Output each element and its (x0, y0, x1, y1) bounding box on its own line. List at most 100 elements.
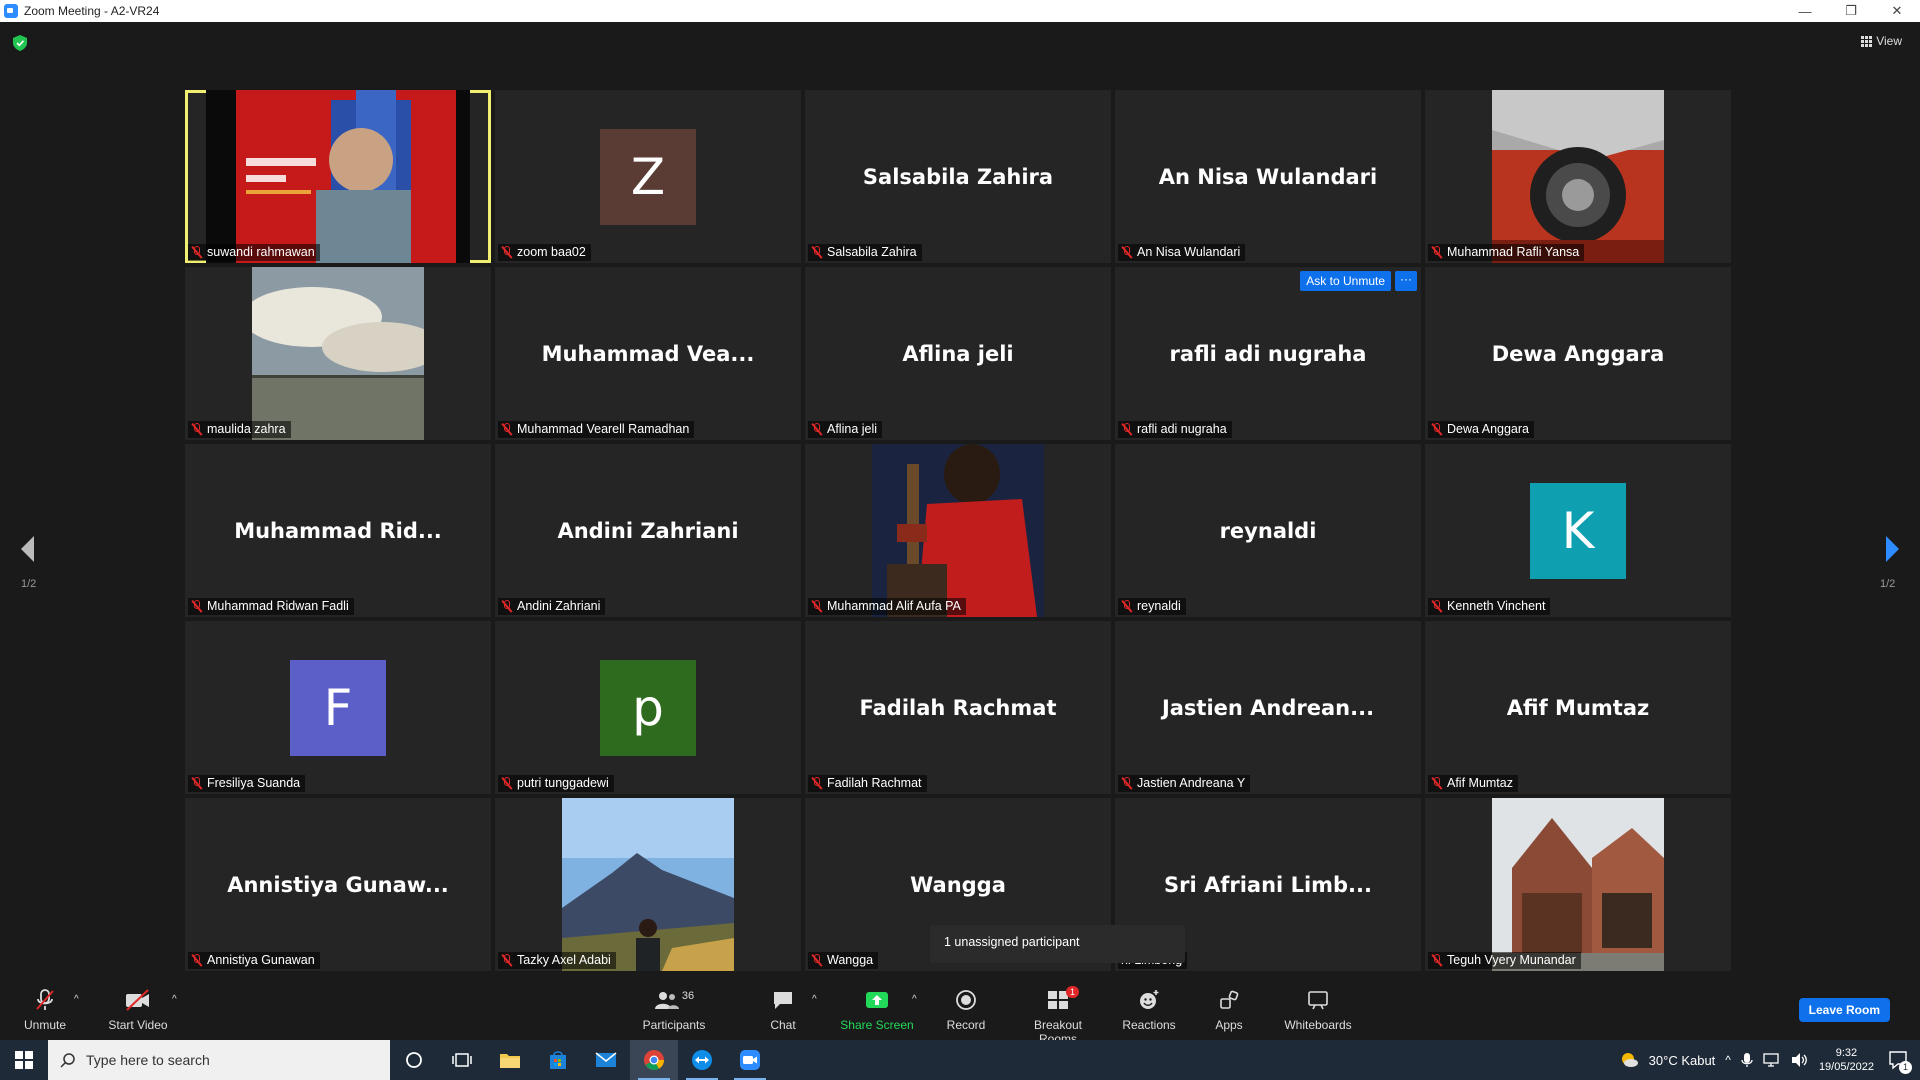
participant-name-tag: Fresiliya Suanda (188, 775, 306, 792)
share-screen-button[interactable]: Share Screen (840, 988, 914, 1032)
store-button[interactable] (534, 1040, 582, 1080)
participant-tile[interactable]: Afif Mumtaz Afif Mumtaz (1425, 621, 1731, 794)
restore-button[interactable]: ❐ (1828, 3, 1874, 19)
participant-name-tag: Aflina jeli (808, 421, 883, 438)
unmute-button[interactable]: Unmute (22, 988, 68, 1032)
search-placeholder: Type here to search (86, 1052, 210, 1068)
participant-tile[interactable]: p putri tunggadewi (495, 621, 801, 794)
mail-button[interactable] (582, 1040, 630, 1080)
share-screen-icon (866, 992, 888, 1008)
network-icon[interactable] (1763, 1053, 1781, 1067)
participant-video (252, 267, 424, 440)
muted-mic-icon (191, 245, 203, 259)
participant-tile[interactable]: Z zoom baa02 (495, 90, 801, 263)
leave-room-button[interactable]: Leave Room (1798, 998, 1890, 1022)
participant-tile[interactable]: Andini Zahriani Andini Zahriani (495, 444, 801, 617)
grid-view-icon (1861, 35, 1873, 47)
apps-button[interactable]: Apps (1214, 988, 1244, 1032)
breakout-rooms-button[interactable]: 1 Breakout Rooms (1014, 986, 1102, 1046)
file-explorer-button[interactable] (486, 1040, 534, 1080)
teamviewer-button[interactable] (678, 1040, 726, 1080)
previous-page-arrow-icon[interactable] (18, 534, 38, 564)
participant-name-tag: Dewa Anggara (1428, 421, 1535, 438)
participant-display-name: Salsabila Zahira (862, 164, 1054, 189)
participant-tile[interactable]: Salsabila Zahira Salsabila Zahira (805, 90, 1111, 263)
reactions-button[interactable]: Reactions (1122, 988, 1176, 1032)
cortana-circle-icon (406, 1052, 422, 1068)
participant-display-name: An Nisa Wulandari (1158, 164, 1378, 189)
participant-avatar: K (1530, 482, 1626, 579)
participant-tile[interactable]: Ask to Unmute ··· rafli adi nugraha rafl… (1115, 267, 1421, 440)
participant-name: zoom baa02 (517, 245, 586, 259)
chat-options-caret[interactable]: ^ (812, 994, 817, 1005)
volume-icon[interactable] (1791, 1052, 1809, 1068)
participant-avatar: F (290, 659, 386, 756)
taskbar-search-box[interactable]: Type here to search (48, 1040, 390, 1080)
participant-tile[interactable]: F Fresiliya Suanda (185, 621, 491, 794)
task-view-button[interactable] (438, 1040, 486, 1080)
start-button[interactable] (0, 1040, 48, 1080)
security-shield-icon[interactable] (13, 35, 27, 51)
participant-name-tag: Muhammad Vearell Ramadhan (498, 421, 695, 438)
participant-tile[interactable]: Muhammad Rid... Muhammad Ridwan Fadli (185, 444, 491, 617)
store-bag-icon (550, 1051, 566, 1069)
muted-mic-icon (1431, 599, 1443, 613)
view-button[interactable]: View (1861, 34, 1902, 48)
muted-mic-icon (501, 245, 513, 259)
participant-name: putri tunggadewi (517, 776, 609, 790)
participants-icon (654, 992, 679, 1009)
weather-text[interactable]: 30°C Kabut (1649, 1053, 1716, 1068)
chat-button[interactable]: Chat (768, 988, 798, 1032)
participant-tile[interactable]: reynaldi reynaldi (1115, 444, 1421, 617)
show-hidden-icons-icon[interactable]: ^ (1725, 1053, 1731, 1067)
chrome-icon (644, 1050, 665, 1070)
zoom-taskbar-button[interactable] (726, 1040, 774, 1080)
participant-tile[interactable]: An Nisa Wulandari An Nisa Wulandari (1115, 90, 1421, 263)
participant-name: Teguh Vyery Munandar (1447, 953, 1576, 967)
share-options-caret[interactable]: ^ (912, 994, 917, 1005)
notification-center-button[interactable]: 1 (1884, 1046, 1912, 1074)
participant-video (562, 798, 734, 971)
breakout-rooms-badge: 1 (1066, 986, 1080, 998)
page-indicator-right: 1/2 (1880, 578, 1896, 590)
participant-tile[interactable]: Annistiya Gunaw... Annistiya Gunawan (185, 798, 491, 971)
muted-mic-icon (1431, 953, 1443, 967)
participant-tile[interactable]: Muhammad Vea... Muhammad Vearell Ramadha… (495, 267, 801, 440)
participant-tile[interactable]: Muhammad Alif Aufa PA (805, 444, 1111, 617)
muted-mic-icon (811, 422, 823, 436)
next-page-arrow-icon[interactable] (1882, 534, 1902, 564)
participant-name-tag: Muhammad Ridwan Fadli (188, 598, 354, 615)
participant-tile[interactable]: maulida zahra (185, 267, 491, 440)
participant-tile[interactable]: Tazky Axel Adabi (495, 798, 801, 971)
participant-name-tag: Afif Mumtaz (1428, 775, 1518, 792)
record-button[interactable]: Record (946, 988, 986, 1032)
muted-mic-icon (1431, 776, 1443, 790)
participant-tile[interactable]: suwandi rahmawan (185, 90, 491, 263)
apps-icon (1220, 990, 1239, 1009)
participant-tile[interactable]: Fadilah Rachmat Fadilah Rachmat (805, 621, 1111, 794)
participant-name-tag: suwandi rahmawan (188, 244, 320, 261)
participant-video (1492, 90, 1664, 263)
participant-tile[interactable]: Dewa Anggara Dewa Anggara (1425, 267, 1731, 440)
minimize-button[interactable]: — (1782, 4, 1828, 19)
audio-options-caret[interactable]: ^ (74, 994, 79, 1005)
microphone-icon[interactable] (1741, 1052, 1753, 1068)
chrome-button[interactable] (630, 1040, 678, 1080)
participant-tile[interactable]: Teguh Vyery Munandar (1425, 798, 1731, 971)
cortana-button[interactable] (390, 1040, 438, 1080)
participant-tile[interactable]: K Kenneth Vinchent (1425, 444, 1731, 617)
whiteboards-button[interactable]: Whiteboards (1282, 988, 1354, 1032)
participant-name-tag: Muhammad Alif Aufa PA (808, 598, 966, 615)
participants-button[interactable]: 36 Participants (640, 988, 708, 1032)
start-video-button[interactable]: Start Video (106, 988, 170, 1032)
participant-name: An Nisa Wulandari (1137, 245, 1241, 259)
close-button[interactable]: ✕ (1874, 3, 1920, 19)
participant-tile[interactable]: Jastien Andrean... Jastien Andreana Y (1115, 621, 1421, 794)
video-options-caret[interactable]: ^ (172, 994, 177, 1005)
participant-tile[interactable]: Aflina jeli Aflina jeli (805, 267, 1111, 440)
participant-tile[interactable]: Muhammad Rafli Yansa (1425, 90, 1731, 263)
unassigned-participant-popup[interactable]: 1 unassigned participant (930, 925, 1185, 963)
taskbar-clock[interactable]: 9:32 19/05/2022 (1819, 1046, 1874, 1074)
participant-name: Jastien Andreana Y (1137, 776, 1246, 790)
muted-mic-icon (501, 953, 513, 967)
